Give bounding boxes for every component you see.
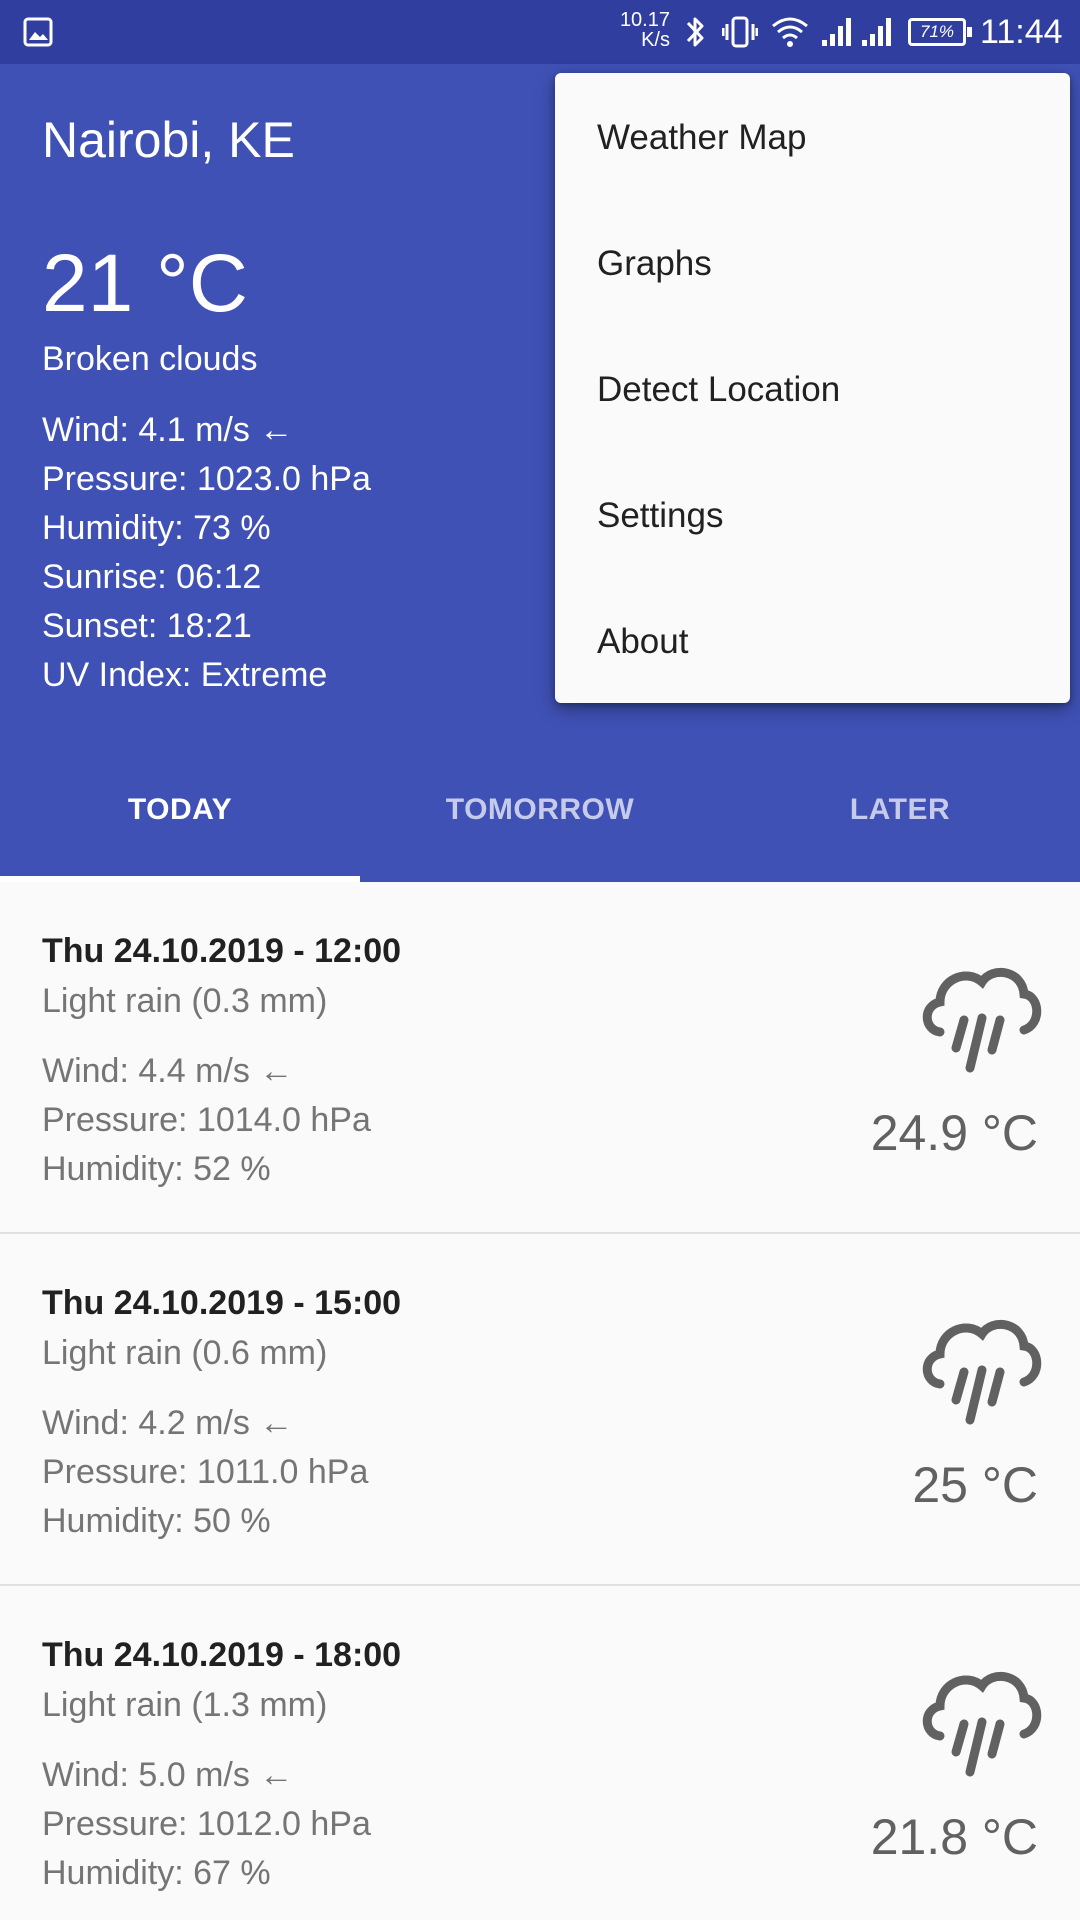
signal-icon: [862, 18, 891, 46]
forecast-humidity: Humidity: 50 %: [42, 1502, 271, 1540]
clock: 11:44: [980, 13, 1063, 51]
rain-cloud-icon: [922, 1672, 1042, 1777]
forecast-temperature: 24.9 °C: [870, 1105, 1038, 1161]
current-sunset: Sunset: 18:21: [42, 607, 252, 645]
rain-cloud-icon: [922, 1320, 1042, 1425]
forecast-condition: Light rain (0.3 mm): [42, 982, 328, 1020]
forecast-humidity: Humidity: 67 %: [42, 1854, 271, 1892]
current-sunrise: Sunrise: 06:12: [42, 558, 262, 596]
vibrate-icon: [722, 16, 758, 48]
forecast-condition: Light rain (1.3 mm): [42, 1686, 328, 1724]
forecast-wind: Wind: 4.4 m/s ←: [42, 1052, 294, 1090]
forecast-list[interactable]: Thu 24.10.2019 - 12:00 Light rain (0.3 m…: [0, 882, 1080, 1920]
forecast-time: Thu 24.10.2019 - 18:00: [42, 1636, 402, 1674]
forecast-condition: Light rain (0.6 mm): [42, 1334, 328, 1372]
forecast-pressure: Pressure: 1012.0 hPa: [42, 1805, 371, 1843]
forecast-wind: Wind: 5.0 m/s ←: [42, 1756, 294, 1794]
menu-item-settings[interactable]: Settings: [555, 453, 1070, 579]
menu-item-weather-map[interactable]: Weather Map: [555, 75, 1070, 201]
city-name: Nairobi, KE: [42, 112, 295, 168]
forecast-row[interactable]: Thu 24.10.2019 - 15:00 Light rain (0.6 m…: [0, 1234, 1080, 1586]
network-speed: 10.17 K/s: [600, 10, 670, 50]
signal-icon: [822, 18, 851, 46]
network-speed-unit: K/s: [641, 29, 670, 51]
battery-icon: 71%: [908, 18, 972, 46]
forecast-temperature: 21.8 °C: [870, 1809, 1038, 1865]
menu-item-graphs[interactable]: Graphs: [555, 201, 1070, 327]
current-description: Broken clouds: [42, 340, 258, 378]
current-wind: Wind: 4.1 m/s ←: [42, 411, 294, 449]
forecast-time: Thu 24.10.2019 - 15:00: [42, 1284, 402, 1322]
network-speed-value: 10.17: [619, 9, 670, 31]
forecast-wind: Wind: 4.2 m/s ←: [42, 1404, 294, 1442]
current-pressure: Pressure: 1023.0 hPa: [42, 460, 371, 498]
status-bar: 10.17 K/s 71% 11:44: [0, 0, 1080, 64]
current-details: Wind: 4.1 m/s ← Pressure: 1023.0 hPa Hum…: [42, 406, 371, 700]
tab-today[interactable]: TODAY: [0, 738, 360, 882]
tab-bar: TODAY TOMORROW LATER: [0, 738, 1080, 882]
forecast-time: Thu 24.10.2019 - 12:00: [42, 932, 402, 970]
bluetooth-icon: [686, 17, 704, 47]
tab-tomorrow[interactable]: TOMORROW: [360, 738, 720, 882]
current-temperature: 21 °C: [42, 238, 249, 329]
tab-later[interactable]: LATER: [720, 738, 1080, 882]
current-uv-index: UV Index: Extreme: [42, 656, 328, 694]
forecast-pressure: Pressure: 1014.0 hPa: [42, 1101, 371, 1139]
forecast-row[interactable]: Thu 24.10.2019 - 18:00 Light rain (1.3 m…: [0, 1586, 1080, 1920]
forecast-humidity: Humidity: 52 %: [42, 1150, 271, 1188]
menu-item-about[interactable]: About: [555, 579, 1070, 705]
screen: 10.17 K/s 71% 11:44 Nairobi, KE 21 °C Br…: [0, 0, 1080, 1920]
overflow-menu: Weather Map Graphs Detect Location Setti…: [555, 73, 1070, 703]
menu-item-detect-location[interactable]: Detect Location: [555, 327, 1070, 453]
forecast-temperature: 25 °C: [912, 1457, 1038, 1513]
rain-cloud-icon: [922, 968, 1042, 1073]
wifi-icon: [772, 17, 808, 47]
forecast-row[interactable]: Thu 24.10.2019 - 12:00 Light rain (0.3 m…: [0, 882, 1080, 1234]
current-humidity: Humidity: 73 %: [42, 509, 271, 547]
forecast-pressure: Pressure: 1011.0 hPa: [42, 1453, 369, 1491]
gallery-icon: [23, 17, 53, 47]
